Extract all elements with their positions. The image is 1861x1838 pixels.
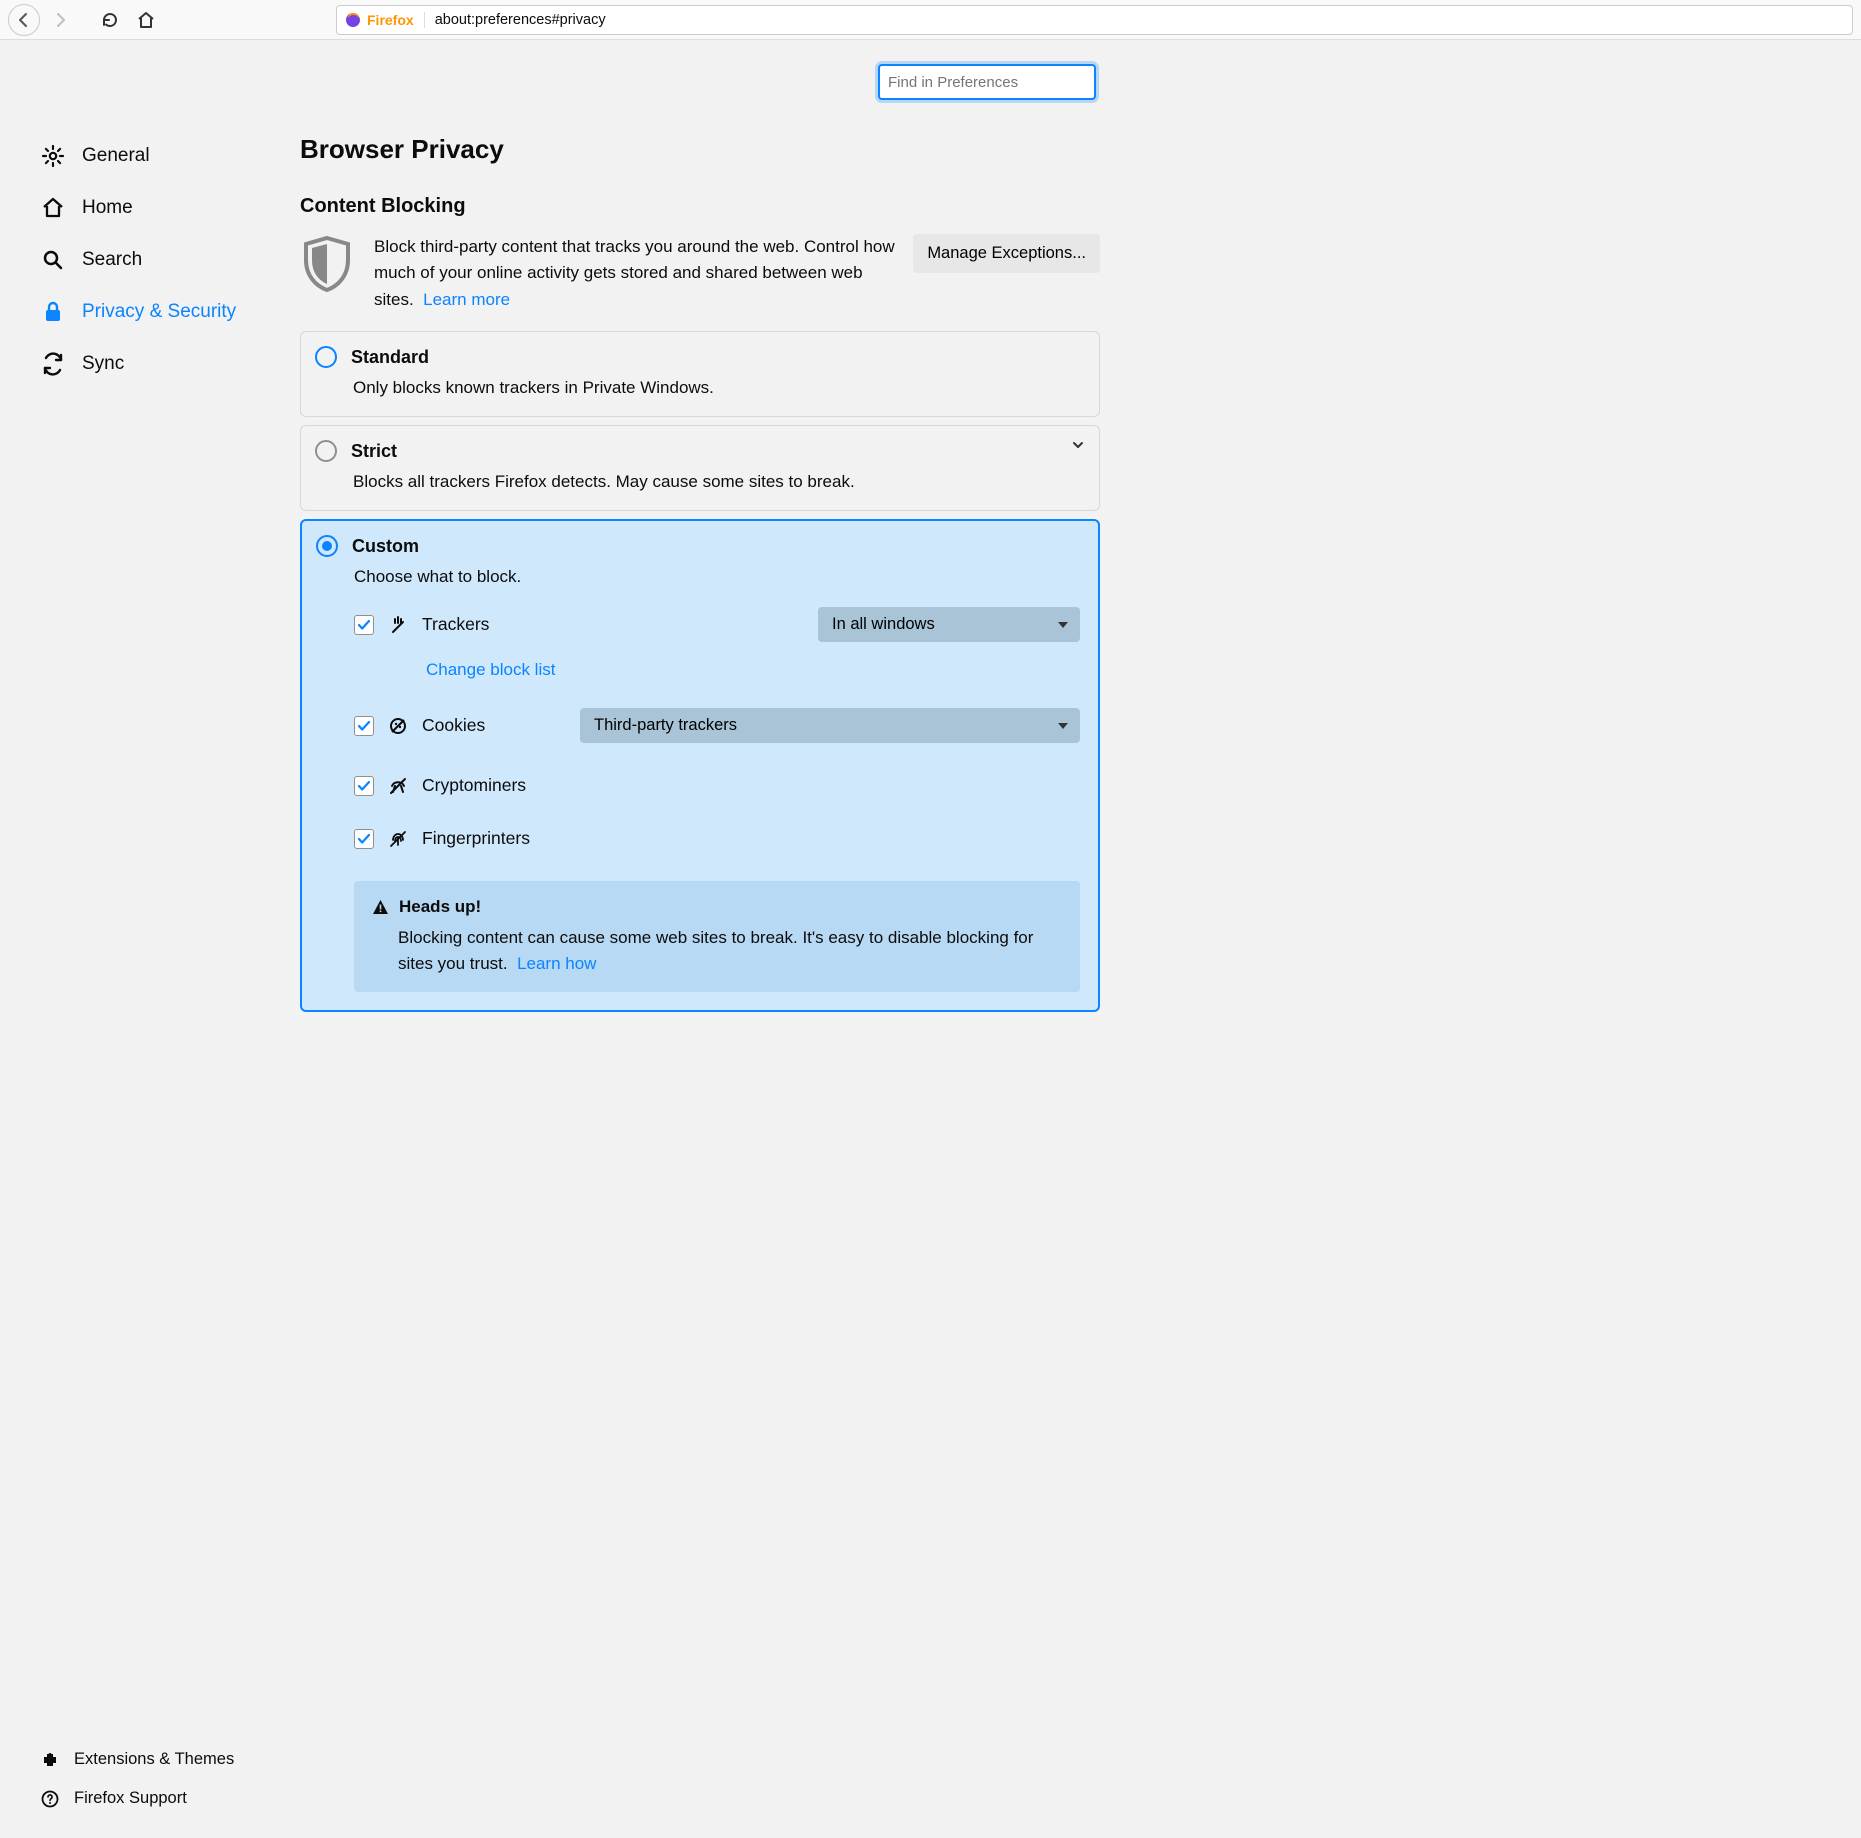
chevron-down-icon[interactable]: [1071, 438, 1085, 452]
sidebar-item-label: Extensions & Themes: [74, 1750, 234, 1769]
url-text: about:preferences#privacy: [435, 12, 606, 28]
content-blocking-heading: Content Blocking: [300, 195, 1100, 218]
manage-exceptions-button[interactable]: Manage Exceptions...: [913, 234, 1100, 273]
learn-more-link[interactable]: Learn more: [423, 290, 510, 309]
radio-standard[interactable]: [315, 346, 337, 368]
option-desc: Blocks all trackers Firefox detects. May…: [353, 472, 1081, 492]
home-icon: [40, 196, 66, 220]
preferences-sidebar: General Home Search Privacy & Security: [0, 40, 300, 1838]
identity-label: Firefox: [367, 12, 414, 28]
heads-up-title: Heads up!: [399, 897, 481, 917]
option-desc: Choose what to block.: [354, 567, 1080, 587]
sidebar-item-general[interactable]: General: [40, 130, 300, 182]
sidebar-item-label: General: [82, 145, 150, 167]
checkbox-trackers[interactable]: [354, 615, 374, 635]
back-button[interactable]: [8, 4, 40, 36]
learn-how-link[interactable]: Learn how: [517, 954, 596, 973]
browser-toolbar: Firefox about:preferences#privacy: [0, 0, 1861, 40]
help-icon: [40, 1790, 60, 1808]
option-title: Strict: [351, 441, 397, 462]
heads-up-body: Blocking content can cause some web site…: [398, 928, 1033, 973]
option-desc: Only blocks known trackers in Private Wi…: [353, 378, 1081, 398]
trackers-icon: [388, 616, 408, 634]
search-icon: [40, 248, 66, 272]
url-bar[interactable]: Firefox about:preferences#privacy: [336, 5, 1853, 35]
content-blocking-intro: Block third-party content that tracks yo…: [374, 234, 895, 313]
trackers-dropdown[interactable]: In all windows: [818, 607, 1080, 642]
preferences-content: Browser Privacy Content Blocking Block t…: [300, 40, 1100, 1838]
change-block-list-link[interactable]: Change block list: [426, 660, 555, 679]
custom-row-fingerprinters: Fingerprinters: [354, 828, 1080, 849]
sidebar-item-extensions[interactable]: Extensions & Themes: [40, 1740, 300, 1779]
option-title: Custom: [352, 536, 419, 557]
row-label: Trackers: [422, 614, 489, 635]
sidebar-item-label: Sync: [82, 353, 124, 375]
cookies-icon: [388, 717, 408, 735]
custom-row-cookies: Cookies Third-party trackers: [354, 708, 1080, 743]
radio-custom[interactable]: [316, 535, 338, 557]
sidebar-item-privacy[interactable]: Privacy & Security: [40, 286, 300, 338]
sidebar-item-label: Search: [82, 249, 142, 271]
sidebar-item-home[interactable]: Home: [40, 182, 300, 234]
puzzle-icon: [40, 1751, 60, 1769]
custom-row-cryptominers: Cryptominers: [354, 775, 1080, 796]
option-title: Standard: [351, 347, 429, 368]
sidebar-item-sync[interactable]: Sync: [40, 338, 300, 390]
cryptominers-icon: [388, 777, 408, 795]
sidebar-item-label: Firefox Support: [74, 1789, 187, 1808]
heads-up-notice: Heads up! Blocking content can cause som…: [354, 881, 1080, 992]
checkbox-cryptominers[interactable]: [354, 776, 374, 796]
shield-icon: [300, 234, 356, 294]
home-button[interactable]: [130, 4, 162, 36]
option-strict[interactable]: Strict Blocks all trackers Firefox detec…: [300, 425, 1100, 511]
forward-button: [44, 4, 76, 36]
firefox-icon: [345, 12, 361, 28]
fingerprinters-icon: [388, 830, 408, 848]
row-label: Fingerprinters: [422, 828, 530, 849]
sidebar-item-support[interactable]: Firefox Support: [40, 1779, 300, 1818]
identity-box[interactable]: Firefox: [345, 12, 425, 28]
cookies-dropdown[interactable]: Third-party trackers: [580, 708, 1080, 743]
row-label: Cryptominers: [422, 775, 526, 796]
option-standard[interactable]: Standard Only blocks known trackers in P…: [300, 331, 1100, 417]
sidebar-item-label: Home: [82, 197, 133, 219]
row-label: Cookies: [422, 715, 485, 736]
warning-icon: [372, 899, 389, 916]
custom-row-trackers: Trackers In all windows: [354, 607, 1080, 642]
radio-strict[interactable]: [315, 440, 337, 462]
lock-icon: [40, 300, 66, 324]
page-title: Browser Privacy: [300, 134, 1100, 165]
preferences-search[interactable]: [878, 64, 1096, 100]
checkbox-fingerprinters[interactable]: [354, 829, 374, 849]
option-custom[interactable]: Custom Choose what to block. Trackers In…: [300, 519, 1100, 1012]
sidebar-item-label: Privacy & Security: [82, 301, 236, 323]
sidebar-item-search[interactable]: Search: [40, 234, 300, 286]
reload-button[interactable]: [94, 4, 126, 36]
gear-icon: [40, 144, 66, 168]
checkbox-cookies[interactable]: [354, 716, 374, 736]
sync-icon: [40, 352, 66, 376]
search-input[interactable]: [888, 74, 1087, 91]
